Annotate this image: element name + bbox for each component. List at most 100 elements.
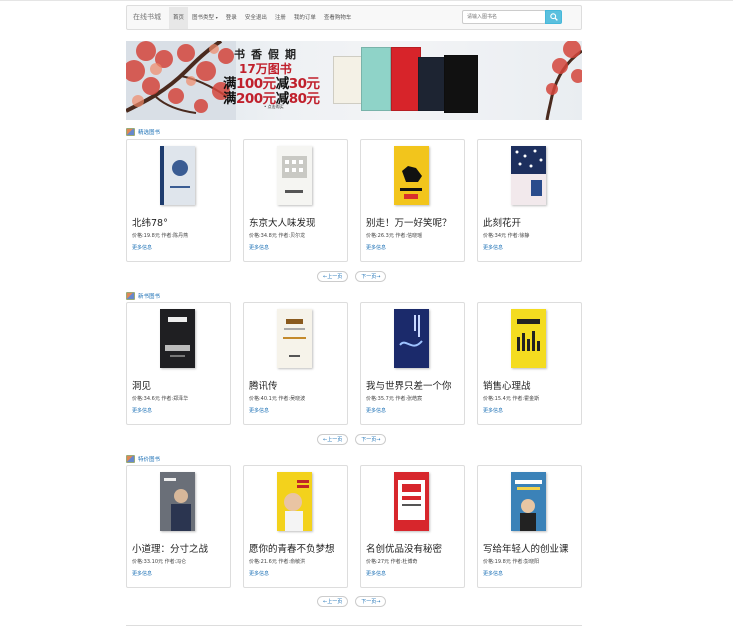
more-info-link[interactable]: 更多信息 [483, 570, 503, 577]
cover-art [160, 472, 195, 531]
book-meta: 价格:34.6元 作者:郑泽华 [132, 396, 189, 402]
nav-item-register[interactable]: 注册 [271, 7, 290, 29]
search-icon [550, 13, 558, 21]
book-title[interactable]: 别走！万一好笑呢？ [366, 215, 452, 229]
banner-book-image [361, 47, 391, 111]
cover-art [394, 472, 429, 531]
banner-note: • 点击购买 [264, 104, 284, 109]
more-info-link[interactable]: 更多信息 [366, 244, 386, 251]
book-meta: 价格:27元 作者:杜博奇 [366, 559, 418, 565]
book-meta: 价格:34.8元 作者:贝尔龙 [249, 233, 306, 239]
more-info-link[interactable]: 更多信息 [483, 244, 503, 251]
brand-link[interactable]: 在线书城 [133, 12, 161, 22]
book-card[interactable]: 东京大人味发现 价格:34.8元 作者:贝尔龙 更多信息 [243, 139, 348, 262]
next-page-button[interactable]: 下一页→ [355, 596, 387, 607]
cover-art [394, 146, 429, 205]
books-icon [126, 128, 135, 136]
section-title-new: 新书图书 [126, 292, 160, 300]
more-info-link[interactable]: 更多信息 [249, 244, 269, 251]
nav-menu: 首页 图书类型 ▾ 登录 安全退出 注册 我的订单 查看购物车 [169, 7, 355, 29]
section-title-featured: 精选图书 [126, 128, 160, 136]
more-info-link[interactable]: 更多信息 [249, 570, 269, 577]
nav-item-book-types-label: 图书类型 [192, 15, 215, 21]
book-meta: 价格:34元 作者:徐静 [483, 233, 530, 239]
next-page-button[interactable]: 下一页→ [355, 434, 387, 445]
pager: ←上一页 下一页→ [317, 596, 387, 607]
search-button[interactable] [545, 10, 562, 24]
prev-page-button[interactable]: ←上一页 [317, 271, 349, 282]
cover-art [277, 146, 312, 205]
nav-item-book-types[interactable]: 图书类型 ▾ [188, 7, 222, 29]
cover-art [511, 146, 546, 205]
cover-art [160, 146, 195, 205]
section-title-label: 新书图书 [138, 294, 161, 300]
more-info-link[interactable]: 更多信息 [483, 407, 503, 414]
banner-book-image [391, 47, 421, 111]
books-icon [126, 455, 135, 463]
more-info-link[interactable]: 更多信息 [366, 407, 386, 414]
book-card[interactable]: 小道理：分寸之战 价格:33.10元 作者:冯仑 更多信息 [126, 465, 231, 588]
book-title[interactable]: 愿你的青春不负梦想 [249, 541, 335, 555]
search-input[interactable] [462, 10, 546, 24]
book-cover-image [394, 472, 429, 531]
book-title[interactable]: 小道理：分寸之战 [132, 541, 208, 555]
book-card[interactable]: 腾讯传 价格:40.1元 作者:吴晓波 更多信息 [243, 302, 348, 425]
book-cover-image [160, 472, 195, 531]
prev-page-button[interactable]: ←上一页 [317, 434, 349, 445]
more-info-link[interactable]: 更多信息 [132, 570, 152, 577]
cover-art [511, 472, 546, 531]
book-card[interactable]: 别走！万一好笑呢？ 价格:26.3元 作者:信晓瑶 更多信息 [360, 139, 465, 262]
pager: ←上一页 下一页→ [317, 434, 387, 445]
banner-book-image [333, 56, 363, 104]
cherry-blossom-right-image [545, 41, 582, 120]
cover-art [511, 309, 546, 368]
book-meta: 价格:35.7元 作者:张皓宸 [366, 396, 423, 402]
book-title[interactable]: 此刻花开 [483, 215, 521, 229]
book-card[interactable]: 此刻花开 价格:34元 作者:徐静 更多信息 [477, 139, 582, 262]
book-cover-image [160, 146, 195, 205]
cherry-blossom-left-image [126, 41, 236, 120]
book-cover-image [277, 472, 312, 531]
nav-item-login[interactable]: 登录 [222, 7, 241, 29]
more-info-link[interactable]: 更多信息 [249, 407, 269, 414]
book-card[interactable]: 洞见 价格:34.6元 作者:郑泽华 更多信息 [126, 302, 231, 425]
nav-item-my-orders[interactable]: 我的订单 [290, 7, 320, 29]
banner-offer-2-d: 80元 [288, 91, 320, 107]
nav-item-cart[interactable]: 查看购物车 [320, 7, 356, 29]
book-title[interactable]: 洞见 [132, 378, 151, 392]
book-title[interactable]: 我与世界只差一个你 [366, 378, 452, 392]
section-title-special: 特价图书 [126, 455, 160, 463]
book-card[interactable]: 写给年轻人的创业课 价格:19.8元 作者:彭晓阳 更多信息 [477, 465, 582, 588]
book-meta: 价格:15.4元 作者:霍金斯 [483, 396, 540, 402]
book-title[interactable]: 名创优品没有秘密 [366, 541, 442, 555]
book-title[interactable]: 北纬78° [132, 215, 168, 229]
book-cover-image [277, 146, 312, 205]
book-card[interactable]: 北纬78° 价格:19.8元 作者:陈丹燕 更多信息 [126, 139, 231, 262]
book-card[interactable]: 销售心理战 价格:15.4元 作者:霍金斯 更多信息 [477, 302, 582, 425]
more-info-link[interactable]: 更多信息 [132, 244, 152, 251]
book-cover-image [511, 309, 546, 368]
book-title[interactable]: 腾讯传 [249, 378, 278, 392]
book-title[interactable]: 写给年轻人的创业课 [483, 541, 569, 555]
more-info-link[interactable]: 更多信息 [366, 570, 386, 577]
promo-banner[interactable]: 书香假期 17万图书 满100元减30元 满200元减80元 • 点击购买 [126, 41, 582, 120]
cover-art [160, 309, 195, 368]
book-meta: 价格:33.10元 作者:冯仑 [132, 559, 187, 565]
prev-page-button[interactable]: ←上一页 [317, 596, 349, 607]
book-meta: 价格:19.8元 作者:彭晓阳 [483, 559, 540, 565]
more-info-link[interactable]: 更多信息 [132, 407, 152, 414]
book-cover-image [511, 472, 546, 531]
nav-item-home[interactable]: 首页 [169, 7, 189, 29]
book-card[interactable]: 名创优品没有秘密 价格:27元 作者:杜博奇 更多信息 [360, 465, 465, 588]
book-title[interactable]: 销售心理战 [483, 378, 531, 392]
nav-item-logout[interactable]: 安全退出 [241, 7, 271, 29]
book-title[interactable]: 东京大人味发现 [249, 215, 316, 229]
book-cover-image [394, 309, 429, 368]
books-icon [126, 292, 135, 300]
next-page-button[interactable]: 下一页→ [355, 271, 387, 282]
book-meta: 价格:26.3元 作者:信晓瑶 [366, 233, 423, 239]
section-title-label: 精选图书 [138, 130, 161, 136]
book-card[interactable]: 我与世界只差一个你 价格:35.7元 作者:张皓宸 更多信息 [360, 302, 465, 425]
book-card[interactable]: 愿你的青春不负梦想 价格:21.6元 作者:俞敏洪 更多信息 [243, 465, 348, 588]
caret-down-icon: ▾ [215, 15, 218, 20]
